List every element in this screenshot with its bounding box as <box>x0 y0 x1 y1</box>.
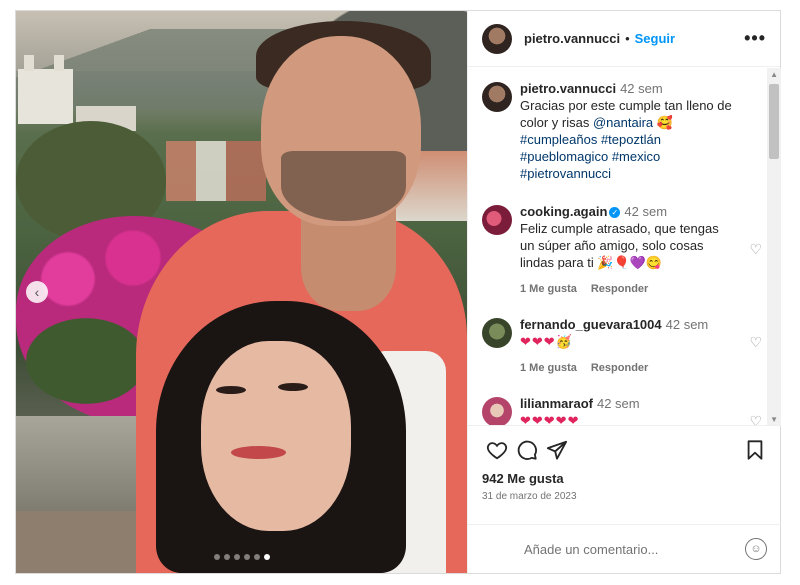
caption-mention[interactable]: @nantaira <box>593 115 653 130</box>
comment-text: ❤❤❤🥳 <box>520 334 573 349</box>
scrollbar-thumb[interactable] <box>769 84 779 159</box>
more-options-icon[interactable]: ••• <box>744 28 766 49</box>
post-actions <box>482 433 770 467</box>
hashtag[interactable]: #pueblomagico <box>520 149 608 164</box>
caption-username[interactable]: pietro.vannucci <box>520 81 616 96</box>
comment-body: lilianmaraof 42 sem ❤❤❤❤❤ <box>520 395 735 426</box>
carousel-dots <box>16 554 467 560</box>
caption: pietro.vannucci 42 sem Gracias por este c… <box>482 80 762 182</box>
post-dialog: ‹ pietro.vannucci • Seguir ••• pietro.va… <box>15 10 781 574</box>
caption-emoji: 🥰 <box>656 115 673 130</box>
avatar[interactable] <box>482 397 512 425</box>
post-date: 31 de marzo de 2023 <box>482 491 577 502</box>
reply-button[interactable]: Responder <box>591 362 648 374</box>
heart-icon[interactable]: ♡ <box>749 334 762 351</box>
photo-stone-wall <box>16 416 146 511</box>
carousel-dot <box>243 554 250 560</box>
avatar[interactable] <box>482 205 512 235</box>
heart-icon[interactable]: ♡ <box>749 241 762 258</box>
comment-username[interactable]: lilianmaraof <box>520 396 593 411</box>
photo-woman-eye <box>216 386 246 394</box>
post-sidebar: pietro.vannucci • Seguir ••• pietro.vann… <box>467 11 781 573</box>
hashtag[interactable]: #tepoztlán <box>601 132 661 147</box>
heart-icon[interactable] <box>482 435 512 465</box>
send-icon[interactable] <box>542 435 572 465</box>
verified-badge-icon: ✓ <box>609 207 621 218</box>
photo-woman-eye <box>278 383 308 391</box>
comment-username[interactable]: cooking.again <box>520 204 607 219</box>
comment-meta: 1 Me gusta Responder <box>520 281 735 298</box>
emoji-icon[interactable]: ☺ <box>745 538 767 560</box>
avatar[interactable] <box>482 23 512 54</box>
avatar[interactable] <box>482 82 512 112</box>
carousel-dot <box>213 554 220 560</box>
photo-man-beard <box>281 151 406 221</box>
comment-time: 42 sem <box>596 396 640 411</box>
comment-text: Feliz cumple atrasado, que tengas un súp… <box>520 221 719 270</box>
comment-time: 42 sem <box>665 317 709 332</box>
carousel-dot <box>223 554 230 560</box>
comment-username[interactable]: fernando_guevara1004 <box>520 317 662 332</box>
caption-body: pietro.vannucci 42 sem Gracias por este c… <box>520 80 735 182</box>
photo-roofs <box>166 141 266 201</box>
comment-body: cooking.again ✓ 42 sem Feliz cumple atrasa… <box>520 203 735 298</box>
carousel-dot-active <box>263 554 270 560</box>
scroll-up-icon[interactable]: ▲ <box>770 70 778 79</box>
scroll-down-icon[interactable]: ▼ <box>770 415 778 424</box>
hashtag[interactable]: #cumpleaños <box>520 132 597 147</box>
author-username[interactable]: pietro.vannucci <box>524 31 620 46</box>
comment-item: fernando_guevara1004 42 sem ❤❤❤🥳 1 Me gus… <box>482 316 762 377</box>
comment-likes[interactable]: 1 Me gusta <box>520 283 577 295</box>
carousel-dot <box>253 554 260 560</box>
header-separator: • <box>625 31 630 46</box>
photo-woman-face <box>201 341 351 531</box>
photo-woman-lips <box>231 446 286 459</box>
comment-input[interactable]: Añade un comentario... <box>524 542 745 557</box>
heart-icon[interactable]: ♡ <box>749 413 762 425</box>
caption-time: 42 sem <box>620 81 663 96</box>
follow-button[interactable]: Seguir <box>635 31 675 46</box>
comment-time: 42 sem <box>624 204 668 219</box>
photo-leaves <box>16 311 156 411</box>
comment-meta: 1 Me gusta Responder <box>520 360 735 377</box>
hashtag[interactable]: #mexico <box>612 149 660 164</box>
scrollbar[interactable]: ▲ ▼ <box>767 68 781 425</box>
comment-body: fernando_guevara1004 42 sem ❤❤❤🥳 1 Me gus… <box>520 316 735 377</box>
comment-icon[interactable] <box>512 435 542 465</box>
comments-list[interactable]: pietro.vannucci 42 sem Gracias por este c… <box>468 68 781 426</box>
comment-item: cooking.again ✓ 42 sem Feliz cumple atrasa… <box>482 203 762 298</box>
caption-text: Gracias por este cumple tan lleno de col… <box>520 97 735 182</box>
avatar[interactable] <box>482 318 512 348</box>
add-comment-bar: Añade un comentario... ☺ <box>468 524 781 573</box>
carousel-dot <box>233 554 240 560</box>
comment-text: ❤❤❤❤❤ <box>520 413 580 426</box>
comment-item: lilianmaraof 42 sem ❤❤❤❤❤ ♡ <box>482 395 762 426</box>
likes-count[interactable]: 942 Me gusta <box>482 471 564 486</box>
chevron-left-icon[interactable]: ‹ <box>26 281 48 303</box>
photo-church <box>18 55 73 124</box>
bookmark-icon[interactable] <box>740 435 770 465</box>
post-header: pietro.vannucci • Seguir ••• <box>468 11 780 67</box>
comment-likes[interactable]: 1 Me gusta <box>520 362 577 374</box>
hashtag[interactable]: #pietrovannucci <box>520 166 611 181</box>
post-photo[interactable]: ‹ <box>16 11 467 573</box>
reply-button[interactable]: Responder <box>591 283 648 295</box>
